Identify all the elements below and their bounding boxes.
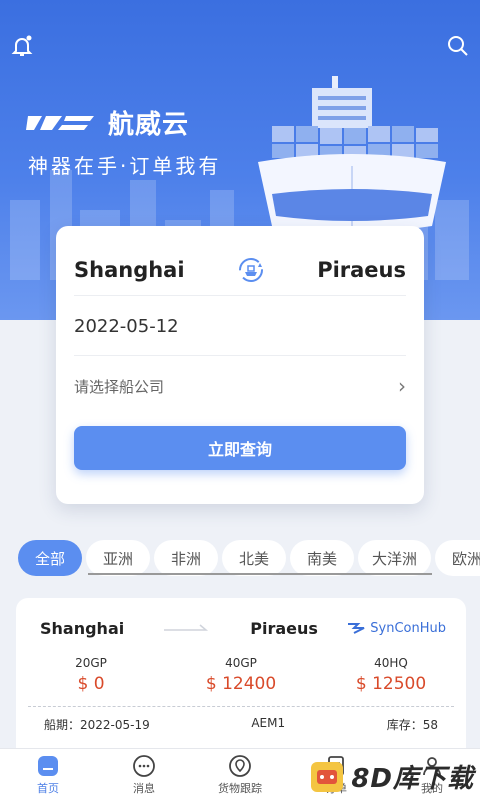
carrier-logo-icon bbox=[348, 623, 365, 634]
tab-africa[interactable]: 非洲 bbox=[154, 540, 218, 576]
search-icon[interactable] bbox=[446, 34, 470, 58]
watermark-logo-icon bbox=[311, 762, 344, 792]
nav-label: 首页 bbox=[37, 781, 59, 795]
origin-port[interactable]: Shanghai bbox=[74, 258, 185, 282]
result-origin: Shanghai bbox=[40, 618, 125, 638]
price-value: $ 12500 bbox=[355, 674, 427, 694]
freight-result-card[interactable]: Shanghai Piraeus SynConHub 20GP $ 0 40GP… bbox=[16, 598, 466, 748]
price-value: $ 0 bbox=[77, 674, 105, 694]
price-value: $ 12400 bbox=[205, 674, 277, 694]
tab-all[interactable]: 全部 bbox=[18, 540, 82, 576]
result-destination: Piraeus bbox=[250, 618, 318, 638]
company-placeholder: 请选择船公司 bbox=[74, 377, 165, 396]
shipping-company-selector[interactable]: 请选择船公司 › bbox=[74, 358, 406, 414]
sailing-info: 船期：2022-05-19 AEM1 库存：58 bbox=[44, 716, 438, 733]
tabs-scroll-indicator bbox=[88, 573, 432, 575]
price-20gp: 20GP $ 0 bbox=[16, 656, 166, 694]
brand-name: 航威云 bbox=[108, 110, 190, 140]
message-icon bbox=[133, 754, 155, 777]
route-selector: Shanghai Piraeus bbox=[74, 244, 406, 296]
price-grid: 20GP $ 0 40GP $ 12400 40HQ $ 12500 bbox=[16, 656, 466, 694]
query-button[interactable]: 立即查询 bbox=[74, 426, 406, 470]
container-type: 40HQ bbox=[374, 656, 408, 670]
date-field[interactable]: 2022-05-12 bbox=[74, 298, 406, 356]
nav-messages[interactable]: 消息 bbox=[96, 749, 192, 800]
destination-port[interactable]: Piraeus bbox=[317, 258, 406, 282]
nav-label: 货物跟踪 bbox=[218, 781, 262, 795]
tracking-icon bbox=[229, 754, 251, 777]
brand-logo-icon bbox=[26, 115, 94, 130]
tab-south-america[interactable]: 南美 bbox=[290, 540, 354, 576]
route-query-card: Shanghai Piraeus 2022-05-12 请选择船公司 › 立即查… bbox=[56, 226, 424, 504]
sailing-date: 船期：2022-05-19 bbox=[44, 718, 150, 732]
tab-europe[interactable]: 欧洲 bbox=[435, 540, 480, 576]
divider bbox=[28, 706, 454, 707]
swap-route-icon[interactable] bbox=[236, 255, 266, 285]
cargo-ship-illustration bbox=[258, 76, 446, 232]
carrier-logo: SynConHub bbox=[346, 621, 446, 636]
stock-count: 库存：58 bbox=[386, 718, 438, 732]
slogan: 神器在手·订单我有 bbox=[28, 154, 222, 178]
chevron-right-icon: › bbox=[398, 374, 406, 398]
price-40hq: 40HQ $ 12500 bbox=[316, 656, 466, 694]
bell-icon[interactable] bbox=[10, 34, 34, 58]
tab-oceania[interactable]: 大洋洲 bbox=[358, 540, 432, 576]
nav-tracking[interactable]: 货物跟踪 bbox=[192, 749, 288, 800]
tab-asia[interactable]: 亚洲 bbox=[86, 540, 150, 576]
container-type: 20GP bbox=[75, 656, 107, 670]
nav-label: 消息 bbox=[133, 781, 155, 795]
container-type: 40GP bbox=[225, 656, 257, 670]
watermark: 8D库下载 bbox=[307, 756, 474, 796]
brand: 航威云 bbox=[26, 104, 189, 141]
vessel-name: AEM1 bbox=[251, 716, 286, 730]
watermark-text: 8D库下载 bbox=[351, 763, 474, 794]
arrow-right-icon bbox=[164, 624, 209, 631]
home-icon bbox=[38, 755, 58, 776]
nav-home[interactable]: 首页 bbox=[0, 749, 96, 800]
carrier-name: SynConHub bbox=[370, 620, 446, 636]
tab-north-america[interactable]: 北美 bbox=[222, 540, 286, 576]
date-value: 2022-05-12 bbox=[74, 316, 179, 337]
result-route: Shanghai Piraeus SynConHub bbox=[40, 614, 446, 642]
price-40gp: 40GP $ 12400 bbox=[166, 656, 316, 694]
